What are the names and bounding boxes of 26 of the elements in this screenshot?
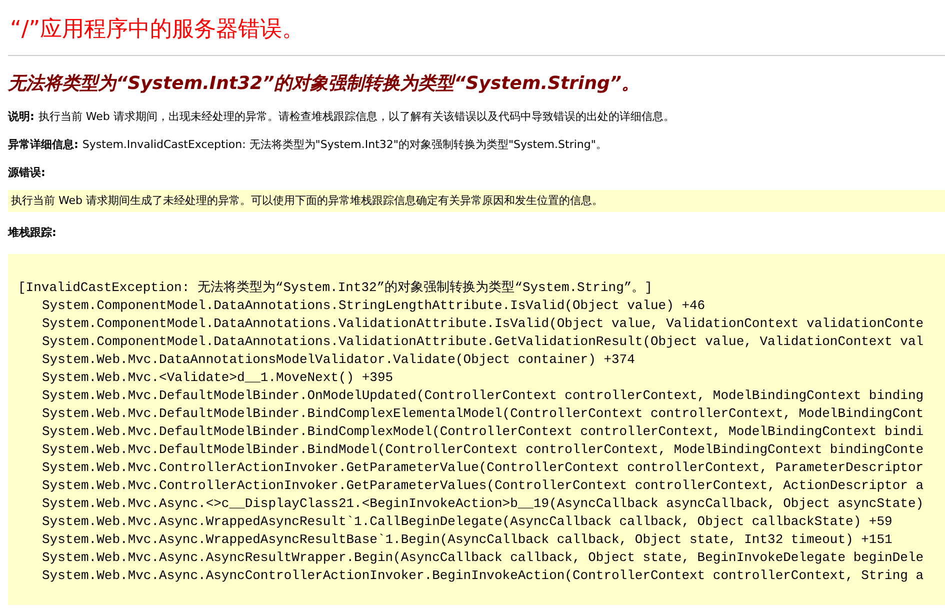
stack-trace-line: System.Web.Mvc.DefaultModelBinder.BindModel(ControllerContext controllerContext, ModelBindingContext bindingConte: [41, 441, 925, 459]
source-error-label: 源错误:: [8, 166, 46, 180]
stack-trace-line: System.Web.Mvc.Async.AsyncResultWrapper.Begin(AsyncCallback callback, Object state, BeginInvokeDelegate beginDele: [41, 549, 925, 567]
stack-trace-line: System.ComponentModel.DataAnnotations.ValidationAttribute.GetValidationResult(Object value, ValidationContext val: [41, 333, 925, 351]
stack-trace-line: System.Web.Mvc.ControllerActionInvoker.GetParameterValues(ControllerContext controllerContext, ActionDescriptor a: [41, 477, 925, 495]
stack-trace-line: System.Web.Mvc.DataAnnotationsModelValidator.Validate(Object container) +374: [41, 351, 636, 369]
stack-trace-line: System.Web.Mvc.Async.AsyncControllerActionInvoker.BeginInvokeAction(ControllerContext controllerContext, String a: [41, 567, 925, 585]
error-message: 无法将类型为“System.Int32”的对象强制转换为类型“System.String”。: [6, 72, 640, 96]
stack-trace-header: [InvalidCastException: 无法将类型为“System.Int32”的对象强制转换为类型“System.String”。]: [18, 279, 654, 297]
stack-trace-line: System.Web.Mvc.DefaultModelBinder.BindComplexModel(ControllerContext controllerContext, ModelBindingContext bindi: [41, 423, 925, 441]
stack-trace-line: System.Web.Mvc.Async.WrappedAsyncResultBase`1.Begin(AsyncCallback callback, Object state, Int32 timeout) +151: [41, 531, 894, 549]
exception-details-label: 异常详细信息:: [8, 138, 78, 152]
page-title: “/”应用程序中的服务器错误。: [9, 16, 306, 44]
stack-trace-line: System.Web.Mvc.<Validate>d__1.MoveNext() +395: [41, 369, 394, 387]
source-error-text: 执行当前 Web 请求期间生成了未经处理的异常。可以使用下面的异常堆栈跟踪信息确定有关异常原因和发生位置的信息。: [11, 194, 604, 208]
description-text: 执行当前 Web 请求期间，出现未经处理的异常。请检查堆栈跟踪信息，以了解有关该错误以及代码中导致错误的出处的详细信息。: [38, 110, 674, 124]
exception-details-text: System.InvalidCastException: 无法将类型为"System.Int32"的对象强制转换为类型"System.String"。: [82, 138, 607, 152]
stack-trace-line: System.Web.Mvc.Async.<>c__DisplayClass21.<BeginInvokeAction>b__19(AsyncCallback asyncCallback, Object asyncState): [41, 495, 925, 513]
stack-trace-line: System.Web.Mvc.ControllerActionInvoker.GetParameterValue(ControllerContext controllerContext, ParameterDescriptor: [41, 459, 925, 477]
stack-trace-line: System.Web.Mvc.DefaultModelBinder.OnModelUpdated(ControllerContext controllerContext, ModelBindingContext binding: [41, 387, 925, 405]
stack-trace-line: System.ComponentModel.DataAnnotations.ValidationAttribute.IsValid(Object value, ValidationContext validationConte: [41, 315, 925, 333]
description-label: 说明:: [8, 110, 34, 124]
stack-trace-line: System.Web.Mvc.DefaultModelBinder.BindComplexElementalModel(ControllerContext controllerContext, ModelBindingCont: [41, 405, 925, 423]
stack-trace-line: System.ComponentModel.DataAnnotations.StringLengthAttribute.IsValid(Object value) +46: [41, 297, 706, 315]
stack-trace-line: System.Web.Mvc.Async.WrappedAsyncResult`1.CallBeginDelegate(AsyncCallback callback, Object callbackState) +59: [41, 513, 894, 531]
stack-trace-label: 堆栈跟踪:: [8, 226, 56, 240]
